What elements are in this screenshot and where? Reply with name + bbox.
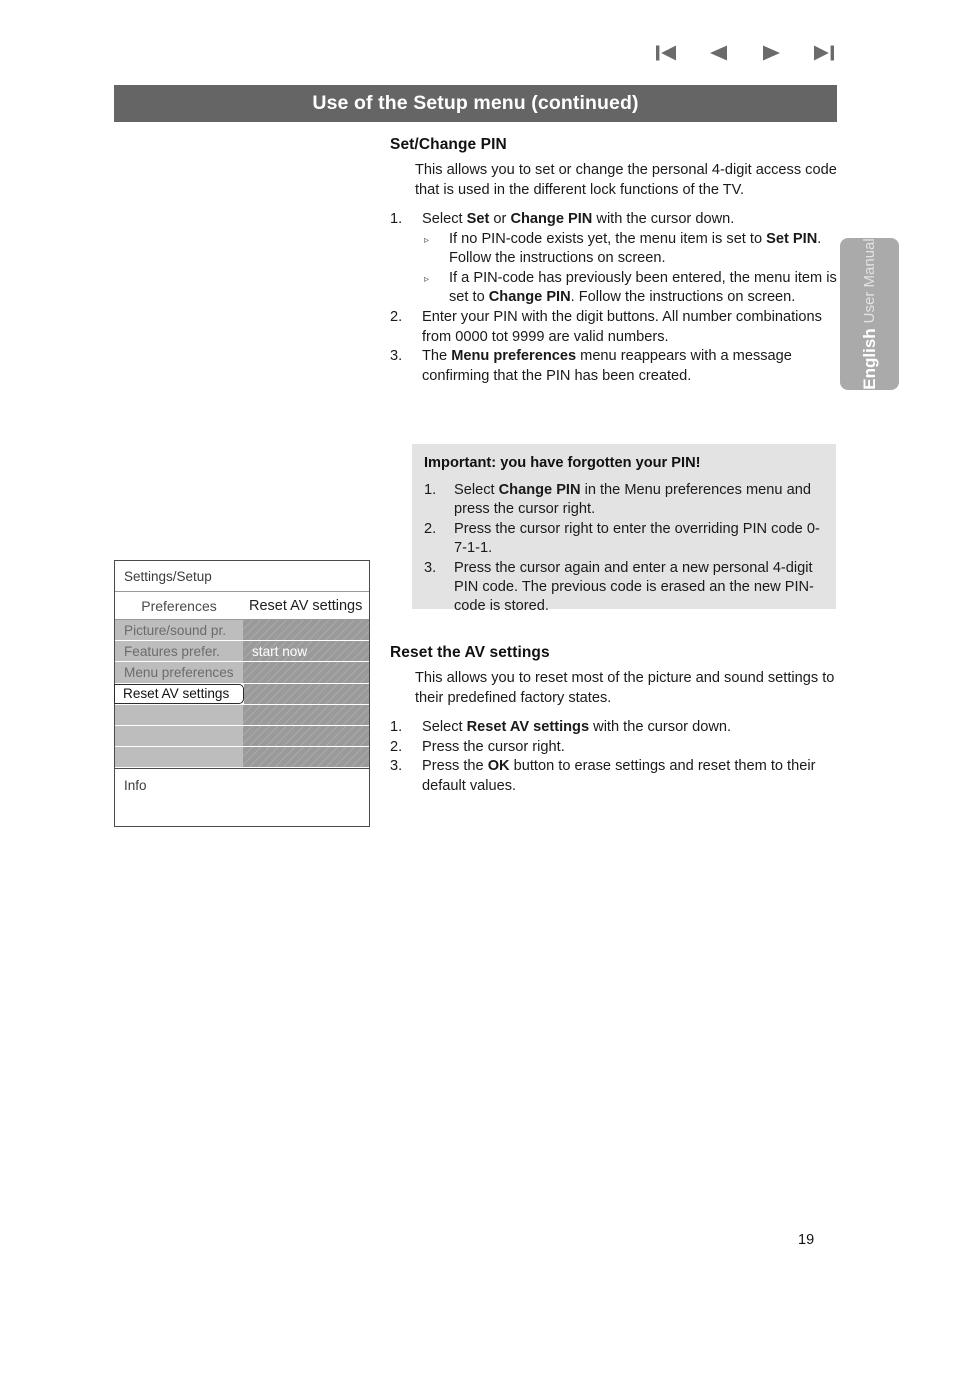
- osd-row-right-value: [243, 725, 369, 747]
- tv-osd-menu-illustration: Settings/Setup Preferences Reset AV sett…: [114, 560, 370, 827]
- previous-page-icon[interactable]: [702, 41, 736, 65]
- emphasis-text: Menu preferences: [451, 348, 577, 365]
- first-page-icon[interactable]: [650, 41, 684, 65]
- osd-column-headers: Preferences Reset AV settings: [115, 592, 369, 620]
- list-item-text: Press the cursor right to enter the over…: [454, 520, 820, 557]
- osd-row-left-label: [115, 747, 243, 768]
- page-title: Use of the Setup menu (continued): [312, 92, 639, 114]
- osd-row-right-value: [243, 747, 369, 768]
- emphasis-text: Change PIN: [510, 211, 593, 227]
- sub-list-item: ▹ If no PIN-code exists yet, the menu ite…: [422, 230, 842, 269]
- emphasis-text: Set: [466, 211, 490, 227]
- osd-right-column-header: Reset AV settings: [249, 597, 363, 614]
- page-number: 19: [798, 1232, 815, 1248]
- osd-row[interactable]: [115, 725, 369, 747]
- section-intro-reset-av: This allows you to reset most of the pic…: [415, 670, 835, 706]
- list-item-number: 3.: [390, 758, 403, 775]
- emphasis-text: Change PIN: [488, 289, 571, 306]
- emphasis-text: OK: [487, 758, 510, 775]
- important-notice-step-list: 1. Select Change PIN in the Menu preferen…: [424, 481, 824, 617]
- osd-row[interactable]: Features prefer. start now: [115, 641, 369, 662]
- list-item-text: Select Set or Change PIN with the cursor…: [422, 211, 735, 227]
- list-item-text: Enter your PIN with the digit buttons. A…: [422, 308, 822, 345]
- list-item: 2. Enter your PIN with the digit buttons.…: [390, 308, 842, 347]
- list-item-text: Select Change PIN in the Menu preference…: [454, 482, 811, 518]
- osd-row-left-label: [115, 725, 243, 747]
- sub-list-item: ▹ If a PIN-code has previously been enter…: [422, 269, 842, 308]
- osd-row-right-value: [243, 620, 369, 641]
- emphasis-text: Set PIN: [766, 230, 818, 247]
- list-item: 1. Select Set or Change PIN with the curs…: [390, 210, 842, 308]
- section-intro-set-change-pin: This allows you to set or change the per…: [415, 162, 837, 198]
- triangle-bullet-icon: ▹: [424, 234, 430, 246]
- osd-row-right-value: [243, 662, 369, 683]
- osd-row[interactable]: [115, 747, 369, 768]
- list-item-number: 3.: [424, 559, 437, 576]
- list-item: 1. Select Reset AV settings with the curs…: [390, 718, 842, 738]
- osd-row[interactable]: Picture/sound pr.: [115, 620, 369, 641]
- osd-row-right-value: [243, 704, 369, 725]
- list-item-number: 3.: [390, 348, 403, 365]
- list-item: 3. Press the cursor again and enter a new…: [424, 559, 824, 617]
- osd-row-right-value: [244, 683, 369, 704]
- language-tab-subtitle: User Manual: [861, 238, 878, 324]
- osd-row-left-label: Features prefer.: [115, 641, 243, 662]
- list-item-number: 2.: [390, 308, 403, 325]
- list-item: 1. Select Change PIN in the Menu preferen…: [424, 481, 824, 520]
- language-tab: English User Manual: [840, 238, 899, 390]
- list-item-number: 1.: [390, 211, 403, 227]
- list-item-number: 1.: [424, 482, 437, 498]
- important-notice-heading: Important: you have forgotten your PIN!: [424, 455, 701, 471]
- sub-list-item-text: If no PIN-code exists yet, the menu item…: [449, 230, 822, 267]
- page-title-bar: Use of the Setup menu (continued): [114, 85, 837, 122]
- language-tab-name: English: [859, 328, 879, 390]
- emphasis-text: Change PIN: [498, 482, 581, 498]
- osd-menu-rows: Picture/sound pr. Features prefer. start n…: [114, 620, 369, 768]
- page-navigation-bar: [650, 38, 840, 68]
- reset-av-step-list: 1. Select Reset AV settings with the curs…: [390, 718, 842, 796]
- set-change-pin-step-list: 1. Select Set or Change PIN with the curs…: [390, 210, 842, 386]
- osd-row[interactable]: [115, 704, 369, 726]
- osd-row-selected[interactable]: Reset AV settings: [114, 683, 369, 705]
- osd-row-right-value: start now: [243, 641, 369, 662]
- main-content-column: Set/Change PIN This allows you to set or…: [390, 136, 842, 386]
- list-item-text: Select Reset AV settings with the cursor…: [422, 719, 732, 735]
- last-page-icon[interactable]: [806, 41, 840, 65]
- list-item-text: Press the OK button to erase settings an…: [422, 758, 816, 794]
- list-item-text: Press the cursor again and enter a new p…: [454, 559, 814, 615]
- sub-list: ▹ If no PIN-code exists yet, the menu ite…: [422, 230, 842, 308]
- osd-row-left-label: [115, 704, 243, 725]
- list-item-number: 1.: [390, 719, 403, 735]
- osd-row-left-label: Menu preferences: [115, 662, 243, 683]
- osd-info-label: Info: [115, 768, 369, 826]
- osd-left-column-header: Preferences: [141, 597, 217, 614]
- next-page-icon[interactable]: [754, 41, 788, 65]
- list-item-text: The Menu preferences menu reappears with…: [422, 348, 792, 384]
- list-item: 3. The Menu preferences menu reappears wi…: [390, 347, 842, 386]
- list-item: 2. Press the cursor right.: [390, 738, 842, 758]
- osd-row-left-label: Reset AV settings: [114, 683, 244, 704]
- list-item: 2. Press the cursor right to enter the ov…: [424, 520, 824, 559]
- osd-row-left-label: Picture/sound pr.: [115, 620, 243, 641]
- sub-list-item-text: If a PIN-code has previously been entere…: [449, 269, 837, 306]
- emphasis-text: Reset AV settings: [466, 719, 590, 735]
- reset-av-settings-section: Reset the AV settings This allows you to…: [390, 644, 842, 796]
- list-item-text: Press the cursor right.: [422, 738, 565, 755]
- important-notice-box: Important: you have forgotten your PIN! …: [412, 444, 836, 614]
- list-item-number: 2.: [390, 738, 403, 755]
- section-heading-set-change-pin: Set/Change PIN: [390, 136, 507, 153]
- osd-menu-title: Settings/Setup: [115, 561, 369, 592]
- osd-row[interactable]: Menu preferences: [115, 662, 369, 683]
- section-heading-reset-av: Reset the AV settings: [390, 644, 550, 661]
- triangle-bullet-icon: ▹: [424, 273, 430, 285]
- list-item-number: 2.: [424, 520, 437, 537]
- list-item: 3. Press the OK button to erase settings …: [390, 757, 842, 796]
